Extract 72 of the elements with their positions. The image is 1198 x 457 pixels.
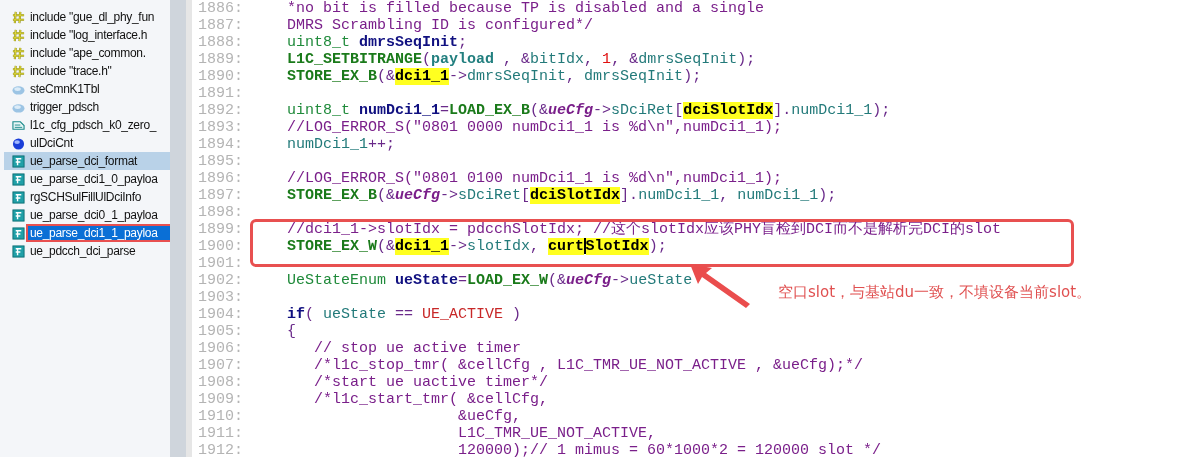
tree-item[interactable]: ue_parse_dci_format — [4, 152, 170, 170]
code-line: numDci1_1++; — [287, 136, 396, 153]
line-number: 1912: — [197, 442, 243, 457]
sphere-icon — [12, 136, 25, 150]
code-line: uint8_t numDci1_1=LOAD_EX_B(&ueCfg->sDciRet[dciSlotIdx].numDci1_1); — [287, 102, 891, 119]
tree-item[interactable]: include "ape_common. — [4, 44, 170, 62]
line-number: 1886: — [197, 0, 243, 17]
function-icon — [12, 172, 25, 186]
tree-item[interactable]: include "trace.h" — [4, 62, 170, 80]
tree-item[interactable]: ulDciCnt — [4, 134, 170, 152]
function-icon — [12, 190, 25, 204]
code-line: DMRS Scrambling ID is configured*/ — [287, 17, 594, 34]
annotation-note: 空口slot，与基站du一致，不填设备当前slot。 — [778, 283, 1092, 302]
hash-icon — [12, 64, 25, 78]
line-number: 1892: — [197, 102, 243, 119]
struct-icon — [12, 118, 25, 132]
line-number: 1909: — [197, 391, 243, 408]
line-number: 1891: — [197, 85, 243, 102]
hash-icon — [12, 28, 25, 42]
code-line: UeStateEnum ueState=LOAD_EX_W(&ueCfg->ueState — [287, 272, 693, 289]
function-icon — [12, 226, 25, 240]
tree-item[interactable]: ue_pdcch_dci_parse — [4, 242, 170, 260]
line-number: 1895: — [197, 153, 243, 170]
code-line: *no bit is filled because TP is disabled and a single — [287, 0, 765, 17]
code-line: // stop ue active timer — [313, 340, 522, 357]
function-icon — [12, 154, 25, 168]
code-line: uint8_t dmrsSeqInit; — [287, 34, 468, 51]
tree-item[interactable]: steCmnK1Tbl — [4, 80, 170, 98]
panel-splitter[interactable] — [170, 0, 186, 457]
code-line: if( ueState == UE_ACTIVE ) — [287, 306, 522, 323]
tree-item[interactable]: ue_parse_dci0_1_payloa — [4, 206, 170, 224]
line-number: 1893: — [197, 119, 243, 136]
line-number: 1907: — [197, 357, 243, 374]
line-number: 1896: — [197, 170, 243, 187]
code-line: //LOG_ERROR_S("0801 0000 numDci1_1 is %d\n",numDci1_1); — [287, 119, 783, 136]
line-number: 1890: — [197, 68, 243, 85]
line-number: 1897: — [197, 187, 243, 204]
line-number: 1903: — [197, 289, 243, 306]
code-line: L1C_SETBITRANGE(payload , &bitIdx, 1, &dmrsSeqInit); — [287, 51, 756, 68]
line-number: 1904: — [197, 306, 243, 323]
line-number: 1902: — [197, 272, 243, 289]
code-line: { — [287, 323, 296, 340]
code-line: /*l1c_start_tmr( &cellCfg, — [313, 391, 549, 408]
line-number: 1888: — [197, 34, 243, 51]
tree-item[interactable]: rgSCHSulFillUlDciInfo — [4, 188, 170, 206]
tree-item[interactable]: l1c_cfg_pdsch_k0_zero_ — [4, 116, 170, 134]
code-line: 120000);// 1 mimus = 60*1000*2 = 120000 slot */ — [457, 442, 882, 457]
code-line: /*l1c_stop_tmr( &cellCfg , L1C_TMR_UE_NOT_ACTIVE , &ueCfg);*/ — [313, 357, 864, 374]
line-number: 1905: — [197, 323, 243, 340]
hash-icon — [12, 10, 25, 24]
tree-item[interactable]: include "log_interface.h — [4, 26, 170, 44]
line-number: 1898: — [197, 204, 243, 221]
code-line: /*start ue uactive timer*/ — [313, 374, 549, 391]
line-number: 1911: — [197, 425, 243, 442]
line-number: 1908: — [197, 374, 243, 391]
line-number: 1900: — [197, 238, 243, 255]
function-icon — [12, 244, 25, 258]
code-line: &ueCfg, — [457, 408, 522, 425]
tree-item[interactable]: include "gue_dl_phy_fun — [4, 8, 170, 26]
hash-icon — [12, 46, 25, 60]
line-number: 1906: — [197, 340, 243, 357]
line-number: 1889: — [197, 51, 243, 68]
tree-item[interactable]: ue_parse_dci1_0_payloa — [4, 170, 170, 188]
line-number: 1901: — [197, 255, 243, 272]
tree-item[interactable]: trigger_pdsch — [4, 98, 170, 116]
line-number: 1894: — [197, 136, 243, 153]
line-number: 1887: — [197, 17, 243, 34]
line-number: 1899: — [197, 221, 243, 238]
function-icon — [12, 208, 25, 222]
line-number: 1910: — [197, 408, 243, 425]
code-line: L1C_TMR_UE_NOT_ACTIVE, — [457, 425, 657, 442]
code-line: //LOG_ERROR_S("0801 0100 numDci1_1 is %d\n",numDci1_1); — [287, 170, 783, 187]
